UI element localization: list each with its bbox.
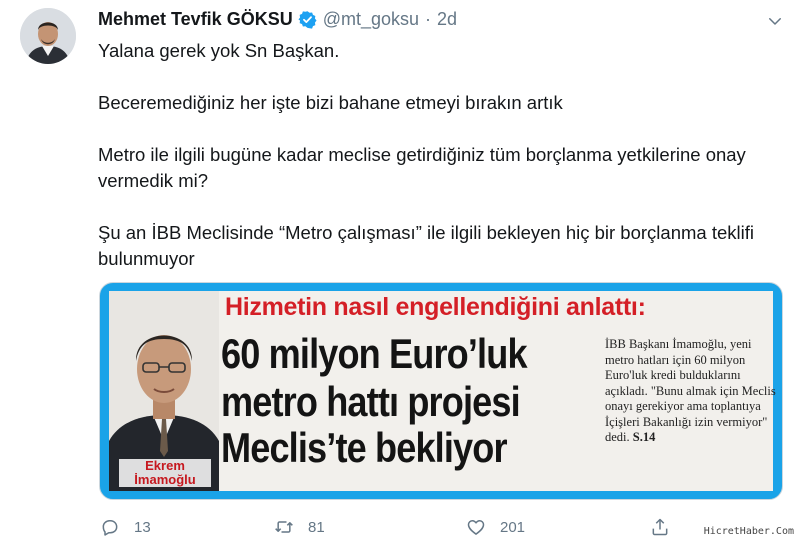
like-button[interactable]: 201 — [466, 517, 525, 537]
photo-caption: Ekrem İmamoğlu — [119, 459, 211, 487]
author-handle[interactable]: @mt_goksu — [323, 9, 419, 30]
chevron-down-icon[interactable] — [766, 12, 784, 30]
caption-last-name: İmamoğlu — [134, 472, 196, 487]
tweet-line: Metro ile ilgili bugüne kadar meclise ge… — [98, 144, 746, 191]
like-count: 201 — [500, 518, 526, 536]
headline-line-3: Meclis’te bekliyor — [221, 424, 508, 471]
tweet-text: Yalana gerek yok Sn Başkan. Beceremediği… — [98, 38, 778, 272]
caption-first-name: Ekrem — [145, 458, 185, 473]
verified-badge-icon — [298, 11, 317, 29]
tweet-line: Yalana gerek yok Sn Başkan. — [98, 40, 340, 61]
headline-line-2: metro hattı projesi — [221, 378, 521, 425]
side-article-text: İBB Başkanı İmamoğlu, yeni metro hatları… — [605, 337, 780, 446]
side-article-page: S.14 — [632, 430, 656, 444]
retweet-count: 81 — [308, 518, 325, 536]
separator-dot: · — [425, 9, 432, 29]
headline-kicker: Hizmetin nasıl engellendiğini anlattı: — [225, 293, 646, 321]
tweet-image[interactable]: Ekrem İmamoğlu Hizmetin nasıl engellendi… — [99, 282, 783, 500]
reply-icon — [102, 520, 118, 536]
watermark: HicretHaber.Com — [703, 526, 794, 537]
tweet-timestamp[interactable]: 2d — [437, 9, 457, 30]
tweet-header: Mehmet Tevfik GÖKSU @mt_goksu · 2d — [98, 9, 457, 30]
author-name[interactable]: Mehmet Tevfik GÖKSU — [98, 9, 293, 30]
reply-count: 13 — [134, 518, 151, 536]
share-button[interactable] — [650, 517, 684, 537]
headline-line-1: 60 milyon Euro’luk — [221, 330, 528, 377]
side-article-body: İBB Başkanı İmamoğlu, yeni metro hatları… — [605, 337, 776, 444]
newspaper-clipping: Ekrem İmamoğlu Hizmetin nasıl engellendi… — [109, 291, 776, 491]
tweet-line: Şu an İBB Meclisinde “Metro çalışması” i… — [98, 222, 754, 269]
reply-button[interactable]: 13 — [100, 517, 151, 537]
share-icon — [652, 518, 668, 536]
author-avatar[interactable] — [20, 8, 76, 64]
retweet-icon — [275, 521, 293, 533]
heart-icon — [467, 520, 485, 535]
retweet-button[interactable]: 81 — [274, 517, 325, 537]
tweet-line: Beceremediğiniz her işte bizi bahane etm… — [98, 92, 563, 113]
